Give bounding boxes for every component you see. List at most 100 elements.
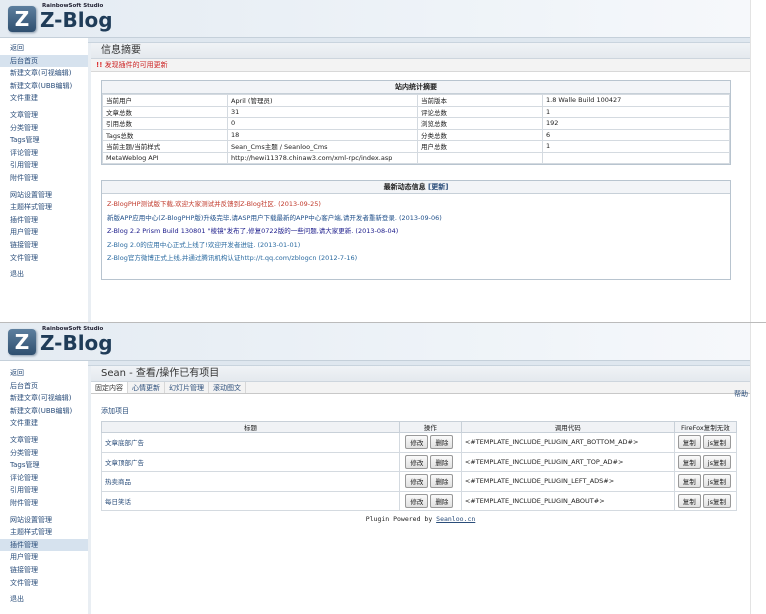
logo-name: Z-Blog (40, 331, 113, 355)
sidebar-item[interactable]: 文件重建 (0, 92, 88, 105)
news-item[interactable]: Z-Blog 2.0的应用中心正式上线了!欢迎开发者进驻. (2013-01-0… (102, 239, 730, 253)
plugin-window: Z RainbowSoft Studio Z-Blog 返回 后台首页 新建文章(可… (0, 322, 766, 614)
edit-button[interactable]: 修改 (405, 435, 429, 450)
item-title[interactable]: 文章底部广告 (101, 432, 400, 453)
copy-button[interactable]: 复制 (677, 474, 701, 489)
sidebar-item[interactable]: 评论管理 (0, 472, 88, 485)
sidebar-item[interactable]: 附件管理 (0, 172, 88, 185)
js-copy-button[interactable]: js复制 (702, 454, 731, 469)
news-box: 最新动态信息 [更新] Z-BlogPHP测试版下载,欢迎大家测试并反馈到Z-B… (101, 180, 731, 280)
sidebar-item[interactable]: 返回 (0, 42, 88, 55)
news-item[interactable]: 新版APP应用中心(Z-BlogPHP版)升级完毕,请ASP用户下载最新的APP… (102, 212, 730, 226)
warning-icon: !! (96, 61, 103, 69)
sidebar-item[interactable]: 用户管理 (0, 226, 88, 239)
tab-bar: 固定内容 心情更新 幻灯片管理 滚动图文 (91, 382, 750, 394)
stats-value: 6 (542, 128, 730, 141)
help-link[interactable]: 帮助 (734, 389, 748, 399)
sidebar-item[interactable]: 附件管理 (0, 497, 88, 510)
stats-label: 评论总数 (417, 105, 543, 118)
sidebar-item[interactable]: 后台首页 (0, 54, 88, 68)
js-copy-button[interactable]: js复制 (702, 474, 731, 489)
sidebar-item[interactable]: 主题样式管理 (0, 526, 88, 539)
sidebar-item[interactable]: 主题样式管理 (0, 201, 88, 214)
copy-button[interactable]: 复制 (677, 454, 701, 469)
stats-label (417, 151, 543, 164)
delete-button[interactable]: 删除 (430, 435, 454, 450)
news-item[interactable]: Z-BlogPHP测试版下载,欢迎大家测试并反馈到Z-Blog社区. (2013… (102, 198, 730, 212)
tab[interactable]: 固定内容 (91, 382, 128, 393)
sidebar-item[interactable]: 网站设置管理 (0, 189, 88, 202)
sidebar-item[interactable]: 链接管理 (0, 239, 88, 252)
stats-label: 用户总数 (417, 140, 543, 153)
edit-button[interactable]: 修改 (405, 454, 429, 469)
sidebar-item[interactable]: 网站设置管理 (0, 514, 88, 527)
sidebar-item[interactable]: 文件管理 (0, 252, 88, 265)
sidebar-item[interactable]: 文章管理 (0, 109, 88, 122)
header-banner: Z RainbowSoft Studio Z-Blog (0, 0, 750, 38)
sidebar-item[interactable]: 文章管理 (0, 434, 88, 447)
sidebar-item[interactable]: 新建文章(可视编辑) (0, 392, 88, 405)
sidebar-item[interactable]: 插件管理 (0, 214, 88, 227)
sidebar-item[interactable]: 返回 (0, 367, 88, 380)
stats-label: 浏览总数 (417, 117, 543, 130)
footer-link[interactable]: Seanloo.cn (436, 515, 475, 523)
plugin-update-link[interactable]: 发现插件的可用更新 (105, 61, 168, 69)
sidebar-item[interactable]: Tags管理 (0, 459, 88, 472)
js-copy-button[interactable]: js复制 (702, 435, 731, 450)
js-copy-button[interactable]: js复制 (702, 493, 731, 508)
sidebar-item[interactable]: 引用管理 (0, 484, 88, 497)
tab[interactable]: 滚动图文 (209, 382, 246, 393)
tab[interactable]: 心情更新 (128, 382, 165, 393)
table-row: 文章顶部广告 修改 删除 <#TEMPLATE_INCLUDE_PLUGIN_ART_… (101, 451, 738, 472)
stats-value: 1 (542, 140, 730, 153)
add-item-link[interactable]: 添加项目 (101, 406, 129, 416)
stats-label: MetaWeblog API (102, 151, 228, 164)
sidebar-item[interactable]: 新建文章(UBB编辑) (0, 80, 88, 93)
item-code: <#TEMPLATE_INCLUDE_PLUGIN_ART_BOTTOM_AD#… (460, 432, 675, 453)
sidebar-item[interactable]: 分类管理 (0, 122, 88, 135)
footer: Plugin Powered by Seanloo.cn (365, 515, 476, 523)
col-title: 标题 (101, 421, 400, 433)
tab[interactable]: 幻灯片管理 (165, 382, 209, 393)
sidebar-nav: 返回 后台首页 新建文章(可视编辑) 新建文章(UBB编辑) 文件重建文章管理 分类管理 T… (0, 38, 88, 322)
news-item[interactable]: Z-Blog 2.2 Prism Build 130801 "棱镜"发布了,修复… (102, 225, 730, 239)
sidebar-item[interactable]: 文件管理 (0, 577, 88, 590)
sidebar-item[interactable]: 新建文章(可视编辑) (0, 67, 88, 80)
stats-box: 站内统计摘要 当前用户 April (管理员) 当前版本 1.8 Walle Buil… (101, 80, 731, 165)
edit-button[interactable]: 修改 (405, 493, 429, 508)
edit-button[interactable]: 修改 (405, 474, 429, 489)
sidebar-item[interactable]: 链接管理 (0, 564, 88, 577)
stats-row: 文章总数 31 评论总数 1 (102, 105, 730, 118)
sidebar-item[interactable]: 新建文章(UBB编辑) (0, 405, 88, 418)
sidebar-item[interactable]: 引用管理 (0, 159, 88, 172)
stats-title: 站内统计摘要 (102, 81, 730, 94)
stats-table: 当前用户 April (管理员) 当前版本 1.8 Walle Build 10042… (102, 94, 730, 164)
stats-value: 1.8 Walle Build 100427 (542, 94, 730, 107)
sidebar-item[interactable]: 退出 (0, 593, 88, 606)
sidebar-item[interactable]: Tags管理 (0, 134, 88, 147)
notice-bar: !! 发现插件的可用更新 (91, 59, 750, 72)
sidebar-item[interactable]: 分类管理 (0, 447, 88, 460)
item-title[interactable]: 文章顶部广告 (101, 451, 400, 472)
item-title[interactable]: 每日笑话 (101, 490, 400, 511)
sidebar-item[interactable]: 文件重建 (0, 417, 88, 430)
news-item[interactable]: Z-Blog官方微博正式上线,并通过腾讯机构认证http://t.qq.com/… (102, 252, 730, 266)
table-row: 每日笑话 修改 删除 <#TEMPLATE_INCLUDE_PLUGIN_ABOUT#… (101, 490, 738, 511)
col-copy: FireFox复制无效 (673, 421, 738, 433)
delete-button[interactable]: 删除 (430, 454, 454, 469)
scrollbar[interactable] (750, 0, 766, 322)
sidebar-item[interactable]: 评论管理 (0, 147, 88, 160)
sidebar-item[interactable]: 退出 (0, 268, 88, 281)
item-title[interactable]: 热卖商品 (101, 471, 400, 492)
copy-button[interactable]: 复制 (677, 493, 701, 508)
delete-button[interactable]: 删除 (430, 493, 454, 508)
delete-button[interactable]: 删除 (430, 474, 454, 489)
scrollbar[interactable] (750, 323, 766, 614)
news-refresh-link[interactable]: [更新] (428, 183, 448, 191)
table-row: 热卖商品 修改 删除 <#TEMPLATE_INCLUDE_PLUGIN_LEFT_A… (101, 471, 738, 492)
sidebar-item[interactable]: 用户管理 (0, 551, 88, 564)
logo-studio: RainbowSoft Studio (42, 3, 104, 9)
copy-button[interactable]: 复制 (677, 435, 701, 450)
sidebar-item[interactable]: 后台首页 (0, 380, 88, 393)
sidebar-item[interactable]: 插件管理 (0, 538, 88, 552)
